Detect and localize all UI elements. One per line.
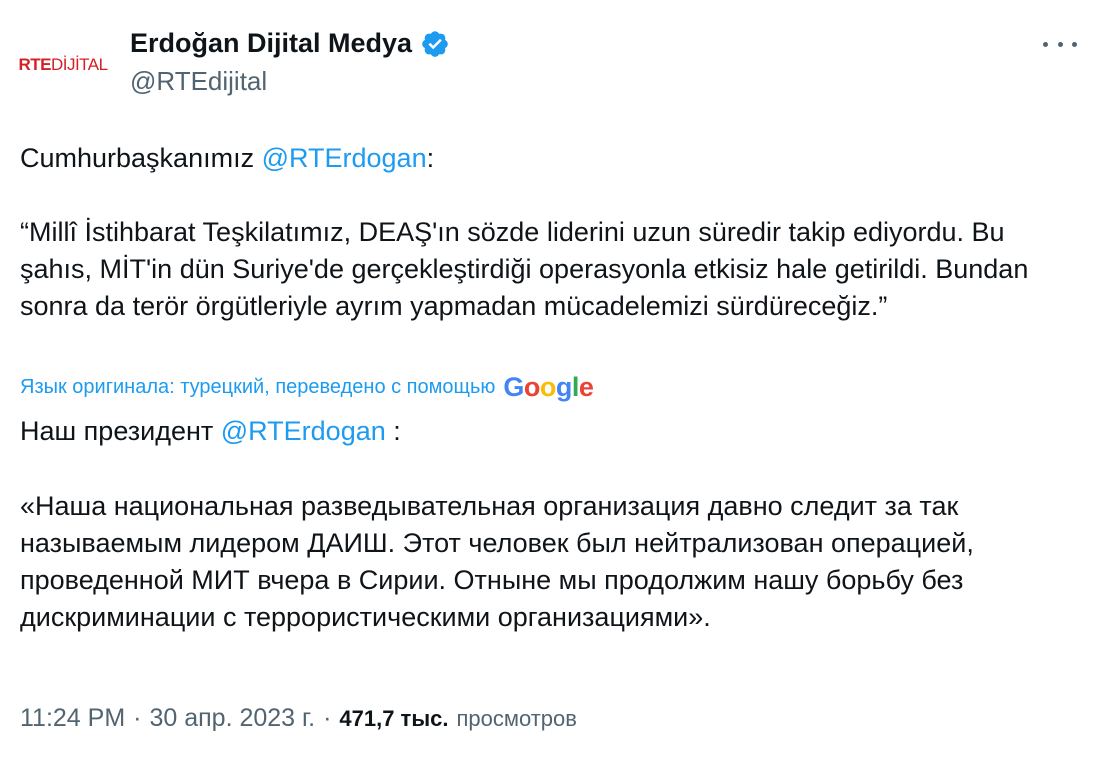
- avatar-logo: RTEDİJİTAL: [18, 55, 108, 74]
- author-handle[interactable]: @RTEdijital: [130, 66, 267, 97]
- views-label: просмотров: [456, 706, 577, 731]
- mention-link[interactable]: @RTErdogan: [262, 143, 427, 173]
- original-quote: “Millî İstihbarat Teşkilatımız, DEAŞ'ın …: [20, 217, 1036, 321]
- tweet-meta: 11:24 PM · 30 апр. 2023 г. · 471,7 тыс. …: [20, 704, 577, 733]
- author-display-name[interactable]: Erdoğan Dijital Medya: [130, 28, 412, 59]
- avatar[interactable]: RTEDİJİTAL: [18, 22, 108, 108]
- translation-notice[interactable]: Язык оригинала: турецкий, переведено с п…: [20, 372, 594, 403]
- translation-notice-text: Язык оригинала: турецкий, переведено с п…: [20, 376, 496, 398]
- meta-separator: ·: [323, 704, 332, 732]
- mention-link[interactable]: @RTErdogan: [221, 416, 386, 446]
- tweet-date[interactable]: 30 апр. 2023 г.: [149, 704, 315, 733]
- tweet-time[interactable]: 11:24 PM: [20, 704, 125, 733]
- author-name-row: Erdoğan Dijital Medya: [130, 28, 450, 59]
- views-count[interactable]: 471,7 тыс.: [339, 706, 448, 732]
- original-intro: Cumhurbaşkanımız @RTErdogan:: [20, 143, 435, 173]
- translated-intro: Наш президент @RTErdogan :: [20, 416, 401, 446]
- translated-quote: «Наша национальная разведывательная орга…: [20, 491, 982, 632]
- meta-separator: ·: [133, 704, 142, 732]
- more-options-icon[interactable]: [1043, 32, 1077, 56]
- verified-badge-icon[interactable]: [420, 29, 450, 59]
- google-logo: Google: [503, 372, 594, 402]
- tweet: RTEDİJİTAL Erdoğan Dijital Medya @RTEdij…: [0, 0, 1099, 766]
